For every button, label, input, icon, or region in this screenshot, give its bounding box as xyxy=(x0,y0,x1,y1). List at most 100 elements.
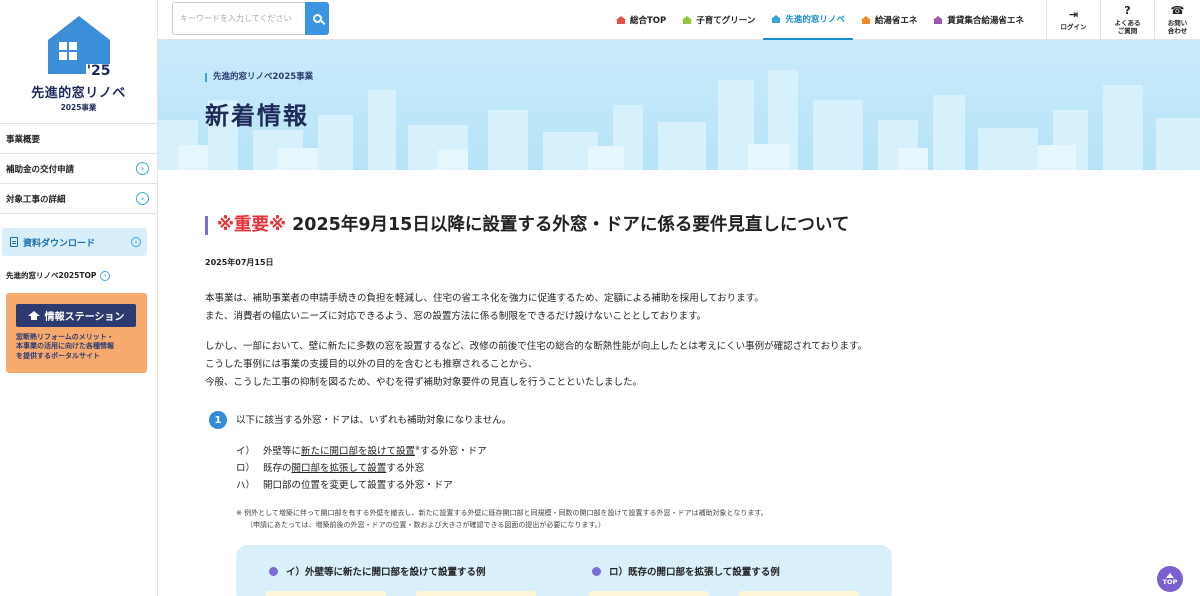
paragraph-2: しかし、一部において、壁に新たに多数の窓を設置するなど、改修の前後で住宅の総合的… xyxy=(205,338,867,392)
login-label: ログイン xyxy=(1060,23,1087,32)
tab-label: 先進的窓リノベ xyxy=(785,15,845,25)
page-title: 新着情報 xyxy=(205,102,309,130)
list-underlined-text: 新たに開口部を設けて設置 xyxy=(301,446,416,457)
tab-label: 給湯省エネ xyxy=(874,16,918,26)
list-text: 既存の xyxy=(263,463,292,474)
info-station-banner[interactable]: 情報ステーション 窓断熱リフォームのメリット・ 本事業の活用に向けた各種情報 を… xyxy=(6,293,147,373)
faq-label: ご質問 xyxy=(1117,27,1138,36)
house-icon xyxy=(933,16,944,24)
main-content: ※重要※ 2025年9月15日以降に設置する外窓・ドアに係る要件見直しについて … xyxy=(158,170,1200,596)
sidebar-item-overview[interactable]: 事業概要 xyxy=(0,124,157,154)
tab-general-top[interactable]: 総合TOP xyxy=(608,0,674,40)
tab-water-heater[interactable]: 給湯省エネ xyxy=(853,0,926,40)
examples-panel: イ）外壁等に新たに開口部を設けて設置する例 ロ）既存の開口部を拡張して設置する例 xyxy=(236,545,892,596)
bullet-dot-icon xyxy=(269,566,278,576)
sidebar: '25 先進的窓リノベ 2025事業 事業概要 補助金の交付申請 › 対象工事の… xyxy=(0,0,158,596)
paragraph-line: 今般、こうした工事の抑制を図るため、やむを得ず補助対象要件の見直しを行うこととい… xyxy=(205,377,643,388)
desc-line: を提供するポータルサイト xyxy=(16,351,100,360)
tab-label: 総合TOP xyxy=(630,16,667,26)
example-heading: イ）外壁等に新たに開口部を設けて設置する例 xyxy=(269,564,486,578)
breadcrumb: 先進的窓リノベ2025事業 xyxy=(205,72,313,83)
page-hero: 先進的窓リノベ2025事業 新着情報 xyxy=(158,40,1200,170)
article-date: 2025年07月15日 xyxy=(205,258,274,267)
info-station-label: 情報ステーション xyxy=(44,312,125,323)
list-text: する外窓・ドア xyxy=(420,446,487,457)
example-heading: ロ）既存の開口部を拡張して設置する例 xyxy=(592,564,780,578)
point-number-badge: 1 xyxy=(209,411,227,429)
sidebar-item-label: 対象工事の詳細 xyxy=(6,194,66,205)
example-card xyxy=(416,591,536,596)
logo-title: 先進的窓リノベ xyxy=(31,86,126,101)
download-label: 資料ダウンロード xyxy=(23,238,96,249)
contact-button[interactable]: ☎ お問い 合わせ xyxy=(1154,0,1200,40)
city-skyline-illustration xyxy=(158,70,1200,170)
desc-line: 本事業の活用に向けた各種情報 xyxy=(16,342,114,351)
note-line: ※ 例外として増築に伴って開口部を有する外壁を撤去し、新たに設置する外壁に既存開… xyxy=(236,509,768,517)
example-heading-text: ロ）既存の開口部を拡張して設置する例 xyxy=(609,567,780,578)
search-icon xyxy=(312,14,322,23)
sidebar-item-label: 事業概要 xyxy=(6,134,41,145)
question-icon: ? xyxy=(1124,4,1131,18)
arrow-up-icon xyxy=(1166,572,1174,578)
example-card xyxy=(266,591,386,596)
list-text: 外壁等に xyxy=(263,446,302,457)
paragraph-1: 本事業は、補助事業者の申請手続きの負担を軽減し、住宅の省エネ化を強力に促進するた… xyxy=(205,290,764,326)
logo-subtitle: 2025事業 xyxy=(60,103,97,112)
top-header: 総合TOP 子育てグリーン 先進的窓リノベ 給湯省エネ 賃貸集合給湯省エネ ⇥ … xyxy=(158,0,1200,40)
article-title: ※重要※ 2025年9月15日以降に設置する外窓・ドアに係る要件見直しについて xyxy=(205,215,850,236)
search-button[interactable] xyxy=(305,2,329,35)
note-line: （申請にあたっては、増築前後の外窓・ドアの位置・数および大きさが確認できる図面の… xyxy=(246,521,606,529)
house-icon xyxy=(682,16,693,24)
list-text: 開口部の位置を変更して設置する外窓・ドア xyxy=(263,480,453,491)
chevron-right-icon: › xyxy=(131,237,141,247)
login-icon: ⇥ xyxy=(1068,8,1079,21)
article-title-text: 2025年9月15日以降に設置する外窓・ドアに係る要件見直しについて xyxy=(286,215,850,235)
house-logo-icon: '25 xyxy=(44,14,114,78)
paragraph-line: しかし、一部において、壁に新たに多数の窓を設置するなど、改修の前後で住宅の総合的… xyxy=(205,341,868,352)
tab-label: 賃貸集合給湯省エネ xyxy=(947,16,1024,26)
house-icon xyxy=(771,15,782,23)
paragraph-line: 本事業は、補助事業者の申請手続きの負担を軽減し、住宅の省エネ化を強力に促進するた… xyxy=(205,293,764,304)
site-logo[interactable]: '25 先進的窓リノベ 2025事業 xyxy=(0,0,157,124)
tab-window-renovation[interactable]: 先進的窓リノベ xyxy=(763,0,853,40)
example-card xyxy=(739,591,859,596)
bullet-dot-icon xyxy=(592,566,601,576)
paragraph-line: また、消費者の幅広いニーズに対応できるよう、窓の設置方法に係る制限をできるだけ設… xyxy=(205,311,707,322)
program-nav: 総合TOP 子育てグリーン 先進的窓リノベ 給湯省エネ 賃貸集合給湯省エネ xyxy=(608,0,1032,40)
tab-kosodate-green[interactable]: 子育てグリーン xyxy=(674,0,763,40)
sidebar-item-application[interactable]: 補助金の交付申請 › xyxy=(0,154,157,184)
list-item: ハ） 開口部の位置を変更して設置する外窓・ドア xyxy=(236,477,487,494)
program-top-link[interactable]: 先進的窓リノベ2025TOP › xyxy=(6,270,157,281)
list-label: ハ） xyxy=(236,480,256,491)
search-box xyxy=(172,2,329,35)
ineligible-list: イ） 外壁等に新たに開口部を設けて設置※する外窓・ドア ロ） 既存の開口部を拡張して… xyxy=(236,440,487,494)
paragraph-line: こうした事例には事業の支援目的以外の目的を含むとも推察されることから、 xyxy=(205,359,538,370)
list-item: ロ） 既存の開口部を拡張して設置する外窓 xyxy=(236,460,487,477)
list-label: ロ） xyxy=(236,463,256,474)
tab-rental-water-heater[interactable]: 賃貸集合給湯省エネ xyxy=(925,0,1032,40)
back-to-top-button[interactable]: TOP xyxy=(1157,566,1183,592)
point-text: 以下に該当する外窓・ドアは、いずれも補助対象になりません。 xyxy=(236,415,512,426)
back-to-top-label: TOP xyxy=(1162,577,1178,586)
download-materials-button[interactable]: 資料ダウンロード › xyxy=(2,228,147,256)
info-station-description: 窓断熱リフォームのメリット・ 本事業の活用に向けた各種情報 を提供するポータルサ… xyxy=(16,333,147,361)
chevron-right-icon: › xyxy=(136,192,149,205)
phone-icon: ☎ xyxy=(1170,4,1185,18)
list-text: する外窓 xyxy=(386,463,425,474)
login-button[interactable]: ⇥ ログイン xyxy=(1046,0,1100,40)
search-input[interactable] xyxy=(172,2,305,35)
faq-button[interactable]: ? よくある ご質問 xyxy=(1100,0,1154,40)
sidebar-item-work-details[interactable]: 対象工事の詳細 › xyxy=(0,184,157,214)
example-card xyxy=(589,591,709,596)
list-underlined-text: 開口部を拡張して設置 xyxy=(291,463,387,474)
exception-note: ※ 例外として増築に伴って開口部を有する外壁を撤去し、新たに設置する外壁に既存開… xyxy=(236,507,768,531)
document-icon xyxy=(10,237,18,247)
house-icon xyxy=(27,311,40,320)
chevron-right-icon: › xyxy=(100,270,111,281)
info-station-button[interactable]: 情報ステーション xyxy=(16,304,136,327)
list-item: イ） 外壁等に新たに開口部を設けて設置※する外窓・ドア xyxy=(236,440,487,460)
program-top-label: 先進的窓リノベ2025TOP xyxy=(6,271,97,280)
house-icon xyxy=(860,16,871,24)
house-icon xyxy=(616,16,626,24)
contact-label: 合わせ xyxy=(1167,27,1188,36)
